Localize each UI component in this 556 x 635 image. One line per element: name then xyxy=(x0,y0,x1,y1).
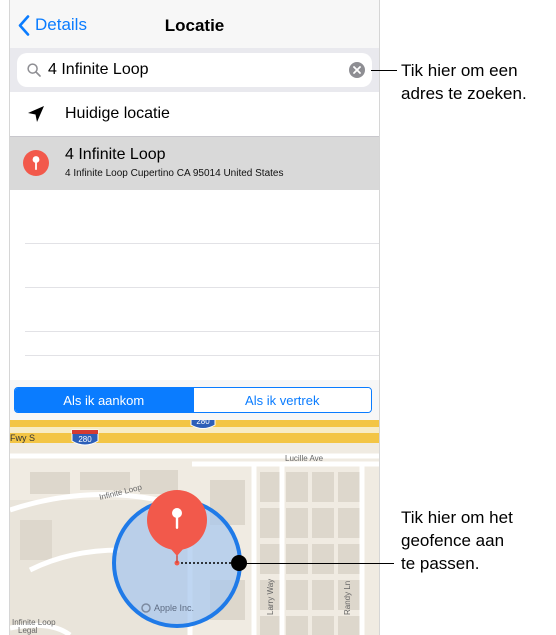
search-field[interactable] xyxy=(17,53,372,87)
navigation-bar: Details Locatie xyxy=(10,0,379,48)
current-location-label: Huidige locatie xyxy=(65,105,170,122)
search-bar xyxy=(10,48,379,92)
svg-text:Apple Inc.: Apple Inc. xyxy=(154,603,194,613)
geofence-resize-handle[interactable] xyxy=(231,555,247,571)
legal-link[interactable]: Legal xyxy=(18,626,38,635)
search-callout-line xyxy=(371,70,397,71)
selected-location-title: 4 Infinite Loop xyxy=(65,146,166,163)
segment-arrive[interactable]: Als ik aankom xyxy=(15,388,193,412)
clear-icon[interactable] xyxy=(349,62,365,78)
trigger-segment-bar: Als ik aankom Als ik vertrek xyxy=(10,380,379,420)
location-pin-icon xyxy=(23,150,49,176)
map-view[interactable]: 280 280 Fwy S Lucille Ave Infinite Loop … xyxy=(10,415,379,635)
iphone-screen: Details Locatie Huidige locatie xyxy=(9,0,380,635)
geofence-callout: Tik hier om het geofence aan te passen. xyxy=(401,508,513,573)
interstate-shield-icon: 280 xyxy=(71,429,99,446)
list-divider xyxy=(25,287,379,288)
page-title: Locatie xyxy=(164,16,225,35)
list-divider xyxy=(25,331,379,332)
street-label: Lucille Ave xyxy=(285,454,324,463)
freeway-lower xyxy=(10,433,379,443)
selected-location-row[interactable]: 4 Infinite Loop 4 Infinite Loop Cupertin… xyxy=(10,137,379,190)
freeway-label: Fwy S xyxy=(10,433,35,443)
search-icon xyxy=(27,63,41,77)
segment-leave[interactable]: Als ik vertrek xyxy=(192,388,371,412)
street-label: Randy Ln xyxy=(343,581,352,615)
current-location-row[interactable]: Huidige locatie xyxy=(10,92,379,137)
location-arrow-icon xyxy=(28,106,44,122)
list-divider xyxy=(25,243,379,244)
search-callout: Tik hier om een adres te zoeken. xyxy=(401,61,527,103)
selected-location-address: 4 Infinite Loop Cupertino CA 95014 Unite… xyxy=(65,168,284,179)
arrive-leave-segmented-control: Als ik aankom Als ik vertrek xyxy=(14,387,372,413)
street-label: Larry Way xyxy=(266,579,275,615)
geofence-callout-line xyxy=(246,563,394,564)
map-canvas[interactable]: 280 280 Fwy S Lucille Ave Infinite Loop … xyxy=(10,415,379,635)
list-divider xyxy=(25,355,379,356)
svg-text:280: 280 xyxy=(196,420,210,426)
svg-text:280: 280 xyxy=(78,435,92,444)
interstate-shield-icon: 280 xyxy=(190,415,216,429)
search-input[interactable] xyxy=(48,59,348,81)
